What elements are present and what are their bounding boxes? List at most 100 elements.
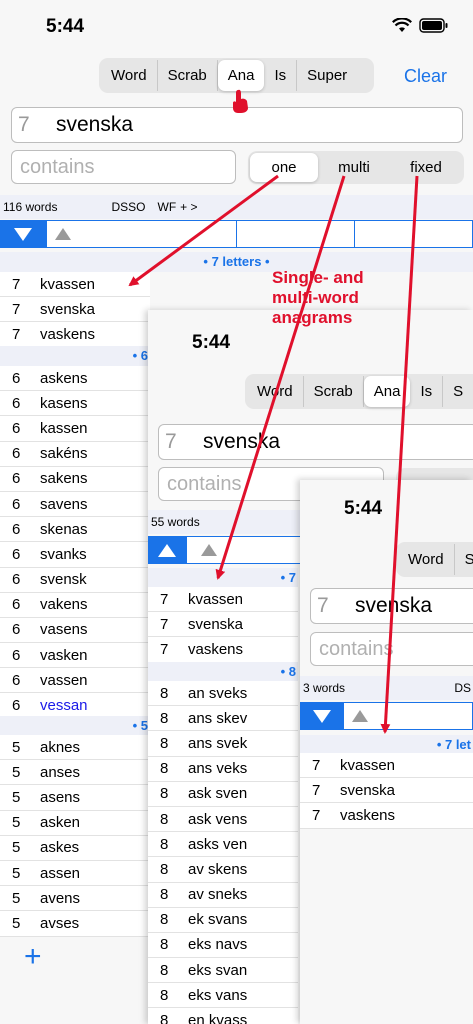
- tab-ana-2[interactable]: Ana: [363, 376, 411, 407]
- dsso-button-3[interactable]: DS: [454, 681, 471, 695]
- list-item[interactable]: 5 asens: [0, 785, 150, 811]
- length-indicator-2: 7: [165, 430, 177, 453]
- tab-word[interactable]: Word: [101, 60, 158, 91]
- list-item[interactable]: 5 avens: [0, 886, 150, 912]
- mode-one[interactable]: one: [250, 153, 318, 182]
- list-item[interactable]: 7 vaskens: [0, 322, 150, 348]
- word-length: 6: [12, 697, 21, 715]
- word-input-3[interactable]: 7 svenska: [310, 588, 473, 624]
- list-item[interactable]: 5 assen: [0, 861, 150, 887]
- list-item[interactable]: 8 eks vans: [148, 983, 298, 1009]
- sort-column-3[interactable]: [237, 221, 355, 247]
- list-item[interactable]: 6 vasken: [0, 643, 150, 669]
- list-item[interactable]: 6 savens: [0, 492, 150, 518]
- plus-icon[interactable]: +: [24, 940, 42, 974]
- list-item[interactable]: 7 kvassen: [300, 753, 473, 779]
- tab-ana[interactable]: Ana: [217, 60, 265, 91]
- sort-desc-button[interactable]: [1, 221, 47, 247]
- tab-scrab[interactable]: Scrab: [158, 60, 218, 91]
- list-item[interactable]: 8 ans svek: [148, 731, 298, 757]
- word-text: kvassen: [188, 590, 244, 608]
- word-length: 8: [160, 785, 169, 803]
- tab-super[interactable]: Super: [297, 60, 357, 91]
- tab-scrab-2[interactable]: Scrab: [304, 376, 364, 407]
- list-item[interactable]: 7 svenska: [300, 778, 473, 804]
- sort-down-icon-3: [313, 709, 332, 723]
- list-item[interactable]: 8 ek svans: [148, 908, 298, 933]
- list-item[interactable]: 8 ans skev: [148, 706, 298, 732]
- list-item[interactable]: 8 ask sven: [148, 782, 298, 807]
- word-length: 5: [12, 763, 21, 781]
- list-item[interactable]: 6 svanks: [0, 542, 150, 568]
- word-length: 7: [12, 275, 21, 293]
- word-text: kvassen: [340, 756, 396, 774]
- list-item[interactable]: 8 en kvass: [148, 1008, 298, 1024]
- sort-asc-button-3[interactable]: [344, 703, 472, 729]
- mode-tabs-2: Word Scrab Ana Is S: [245, 374, 473, 409]
- word-text: askens: [40, 369, 88, 387]
- sort-desc-button-3[interactable]: [301, 703, 345, 729]
- sort-column-4[interactable]: [355, 221, 472, 247]
- wf-button[interactable]: WF: [158, 200, 177, 214]
- list-item[interactable]: 6 vessan: [0, 693, 150, 719]
- contains-input-3[interactable]: contains: [310, 632, 473, 666]
- list-item[interactable]: 5 avses: [0, 911, 150, 937]
- list-item[interactable]: 8 an sveks: [148, 681, 298, 707]
- word-input-value-3: svenska: [355, 594, 433, 617]
- list-item[interactable]: 8 ans veks: [148, 757, 298, 782]
- word-text: ek svans: [188, 911, 248, 929]
- sort-asc-button[interactable]: [47, 221, 238, 247]
- word-length: 7: [12, 325, 21, 343]
- tab-word-2[interactable]: Word: [247, 376, 304, 407]
- list-item[interactable]: 5 aknes: [0, 735, 150, 761]
- word-length: 6: [12, 596, 21, 614]
- contains-input[interactable]: contains: [11, 150, 236, 184]
- dsso-button[interactable]: DSSO: [111, 200, 145, 214]
- list-item[interactable]: 6 sakens: [0, 467, 150, 492]
- mode-tabs-3: Word S: [396, 542, 473, 577]
- tab-word-3[interactable]: Word: [398, 544, 455, 575]
- list-item[interactable]: 5 asken: [0, 811, 150, 836]
- list-7-letters-2: 7 kvassen 7 svenska 7 vaskens: [148, 587, 298, 663]
- list-item[interactable]: 6 skenas: [0, 517, 150, 543]
- tab-scrab-3[interactable]: S: [455, 544, 473, 575]
- list-item[interactable]: 7 kvassen: [0, 272, 150, 298]
- list-item[interactable]: 6 vakens: [0, 593, 150, 618]
- anagram-mode-seg: one multi fixed: [248, 151, 464, 184]
- list-item[interactable]: 5 anses: [0, 760, 150, 786]
- list-item[interactable]: 7 svenska: [148, 612, 298, 638]
- tab-super-2[interactable]: S: [443, 376, 473, 407]
- list-item[interactable]: 7 kvassen: [148, 587, 298, 613]
- list-item[interactable]: 8 ask vens: [148, 807, 298, 833]
- list-item[interactable]: 7 vaskens: [148, 637, 298, 663]
- list-item[interactable]: 8 av skens: [148, 857, 298, 883]
- list-item[interactable]: 6 kasens: [0, 391, 150, 417]
- list-item[interactable]: 8 av sneks: [148, 883, 298, 908]
- mode-fixed[interactable]: fixed: [390, 153, 462, 182]
- status-time-2: 5:44: [192, 332, 231, 353]
- word-text: svanks: [40, 545, 87, 563]
- list-item[interactable]: 7 vaskens: [300, 803, 473, 829]
- tab-is[interactable]: Is: [264, 60, 298, 91]
- list-item[interactable]: 7 svenska: [0, 297, 150, 323]
- word-text: sakéns: [40, 445, 88, 463]
- word-length: 8: [160, 936, 169, 954]
- list-item[interactable]: 8 asks ven: [148, 832, 298, 858]
- tab-is-2[interactable]: Is: [410, 376, 444, 407]
- list-item[interactable]: 6 sakéns: [0, 442, 150, 467]
- list-item[interactable]: 6 svensk: [0, 568, 150, 593]
- clear-button[interactable]: Clear: [404, 66, 447, 87]
- list-item[interactable]: 6 kassen: [0, 416, 150, 442]
- status-time: 5:44: [46, 16, 85, 37]
- mode-multi[interactable]: multi: [318, 153, 390, 182]
- list-item[interactable]: 8 eks navs: [148, 933, 298, 959]
- list-item[interactable]: 8 eks svan: [148, 958, 298, 984]
- sort-asc-button-2[interactable]: [149, 537, 187, 563]
- word-input-2[interactable]: 7 svenska: [158, 424, 473, 460]
- word-text: svenska: [188, 615, 244, 633]
- list-item[interactable]: 6 askens: [0, 366, 150, 392]
- list-item[interactable]: 5 askes: [0, 836, 150, 861]
- wf-arrows[interactable]: + >: [180, 200, 197, 214]
- list-item[interactable]: 6 vasens: [0, 618, 150, 644]
- list-item[interactable]: 6 vassen: [0, 668, 150, 694]
